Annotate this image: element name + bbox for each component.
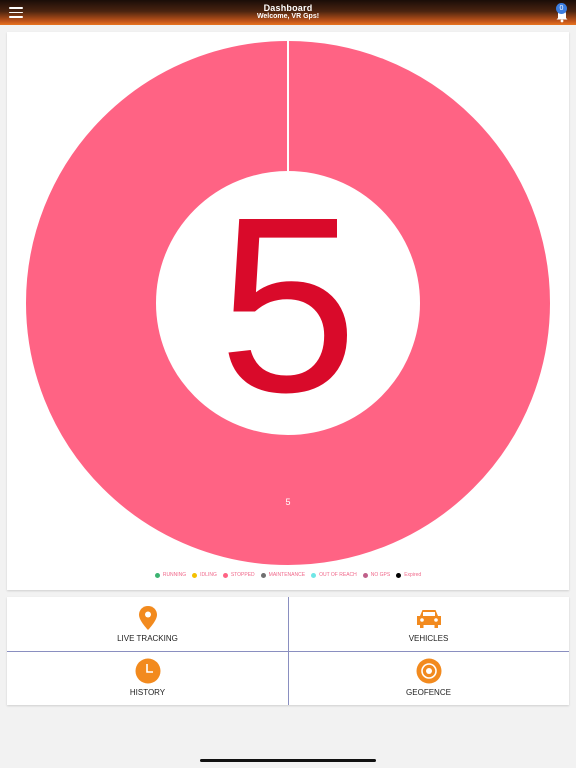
vehicle-status-chart-card: 55 RUNNING IDLING STOPPED MAINTENANCE OUT OF… bbox=[7, 32, 569, 590]
legend-dot-icon bbox=[192, 572, 198, 578]
legend-label: RUNNING bbox=[162, 572, 187, 578]
notification-badge: 0 bbox=[556, 3, 567, 14]
map-pin-icon bbox=[138, 606, 157, 630]
legend-label: NO GPS bbox=[370, 572, 391, 578]
vehicles-tile[interactable]: VEHICLES bbox=[288, 597, 569, 651]
vehicle-status-donut-chart: 55 bbox=[26, 41, 550, 565]
legend-label: Expired bbox=[404, 572, 422, 578]
chart-legend: RUNNING IDLING STOPPED MAINTENANCE OUT OF RE… bbox=[7, 572, 569, 578]
home-indicator bbox=[200, 759, 376, 762]
legend-label: MAINTENANCE bbox=[268, 572, 306, 578]
legend-item-out-of-reach[interactable]: OUT OF REACH bbox=[311, 572, 357, 578]
center-total-value: 5 bbox=[218, 165, 357, 444]
clock-icon bbox=[135, 658, 160, 684]
quick-actions-grid: LIVE TRACKING VEHICLES HISTORY GEOFENCE bbox=[7, 597, 569, 705]
legend-item-stopped[interactable]: STOPPED bbox=[222, 572, 255, 578]
car-icon bbox=[416, 610, 441, 628]
app-header: Dashboard Welcome, VR Gps! 0 bbox=[0, 0, 576, 25]
legend-label: STOPPED bbox=[230, 572, 255, 578]
tile-label: GEOFENCE bbox=[406, 688, 451, 697]
legend-dot-icon bbox=[396, 572, 402, 578]
legend-item-expired[interactable]: Expired bbox=[396, 572, 421, 578]
history-tile[interactable]: HISTORY bbox=[7, 651, 288, 705]
slice-data-label: 5 bbox=[285, 497, 290, 507]
tile-label: HISTORY bbox=[129, 688, 166, 697]
legend-label: IDLING bbox=[200, 572, 217, 578]
legend-item-running[interactable]: RUNNING bbox=[154, 572, 187, 578]
tile-label: VEHICLES bbox=[408, 634, 449, 643]
legend-dot-icon bbox=[154, 572, 160, 578]
legend-dot-icon bbox=[222, 572, 228, 578]
notifications-button[interactable]: 0 bbox=[554, 3, 570, 23]
legend-label: OUT OF REACH bbox=[319, 572, 357, 578]
target-icon bbox=[416, 658, 441, 684]
legend-item-maintenance[interactable]: MAINTENANCE bbox=[260, 572, 306, 578]
legend-dot-icon bbox=[311, 572, 317, 578]
geofence-tile[interactable]: GEOFENCE bbox=[288, 651, 569, 705]
legend-item-no-gps[interactable]: NO GPS bbox=[362, 572, 391, 578]
page-title: Dashboard bbox=[263, 3, 313, 13]
welcome-text: Welcome, VR Gps! bbox=[256, 13, 320, 20]
legend-dot-icon bbox=[362, 572, 368, 578]
live-tracking-tile[interactable]: LIVE TRACKING bbox=[7, 597, 288, 651]
tile-label: LIVE TRACKING bbox=[117, 634, 178, 643]
legend-item-idling[interactable]: IDLING bbox=[192, 572, 217, 578]
legend-dot-icon bbox=[260, 572, 266, 578]
